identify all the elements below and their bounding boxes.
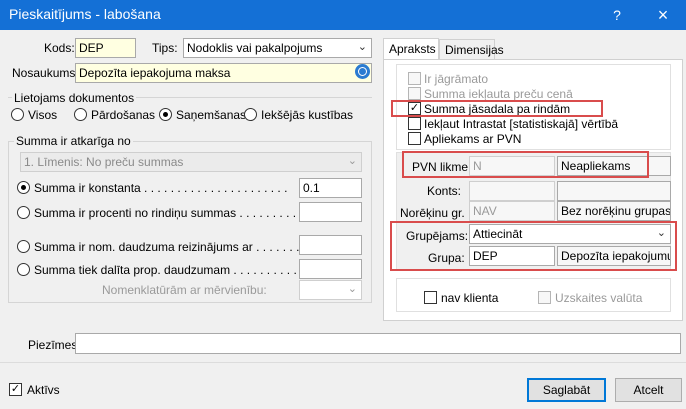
pvn-desc: Neapliekams: [557, 156, 671, 176]
kods-label: Kods:: [44, 41, 75, 55]
konts-input[interactable]: [469, 181, 555, 201]
konstanta-input[interactable]: 0.1: [299, 178, 362, 198]
norek-desc: Bez norēķinu grupas: [557, 201, 671, 221]
procenti-input[interactable]: [299, 202, 362, 222]
checkbox-uzskaites-valuta[interactable]: [538, 291, 551, 304]
grupejams-select[interactable]: Attiecināt ⌄: [469, 224, 671, 244]
checkbox-nav-klienta[interactable]: [424, 291, 437, 304]
nom-daudzums-input[interactable]: [299, 235, 362, 255]
limenis-select[interactable]: 1. Līmenis: No preču summas ⌄: [20, 152, 362, 172]
norek-input[interactable]: NAV: [469, 201, 555, 221]
kods-input[interactable]: DEP: [75, 38, 136, 58]
pvn-label: PVN likme:: [412, 160, 472, 174]
radio-nom-daudzums-label: Summa ir nom. daudzuma reizinājums ar . …: [34, 240, 313, 254]
grupa-input[interactable]: DEP: [469, 246, 555, 266]
radio-pardosanas-label: Pārdošanas: [91, 108, 156, 122]
tips-value: Nodoklis vai pakalpojums: [187, 41, 323, 55]
checkbox-aktivs-label: Aktīvs: [27, 383, 60, 397]
checkbox-aktivs[interactable]: ✓: [9, 383, 22, 396]
grupa-label: Grupa:: [428, 251, 465, 265]
checkbox-ieklauta-label: Summa iekļauta preču cenā: [424, 87, 573, 101]
radio-sanemsanas[interactable]: [159, 108, 172, 121]
globe-icon[interactable]: [355, 64, 370, 79]
radio-dalita-label: Summa tiek dalīta prop. daudzumam . . . …: [34, 263, 304, 277]
konts-label: Konts:: [427, 184, 462, 198]
checkbox-intrastat-label: Iekļaut Intrastat [statistiskajā] vērtīb…: [424, 117, 619, 131]
grupejams-value: Attiecināt: [473, 227, 523, 241]
radio-nom-daudzums[interactable]: [17, 240, 30, 253]
checkbox-sadala[interactable]: ✓: [408, 102, 421, 115]
chevron-down-icon: ⌄: [347, 155, 357, 167]
nomenklaturam-select[interactable]: ⌄: [299, 280, 362, 300]
checkbox-pvn-label: Apliekams ar PVN: [424, 132, 522, 146]
close-button[interactable]: ×: [640, 0, 686, 30]
piezimes-input[interactable]: [75, 333, 681, 354]
chevron-down-icon: ⌄: [357, 41, 367, 53]
grupejams-label: Grupējams:: [406, 229, 469, 243]
radio-iekseja-label: Iekšējās kustības: [261, 108, 354, 122]
nosaukums-input[interactable]: Depozīta iepakojuma maksa: [75, 63, 372, 83]
piezimes-label: Piezīmes:: [28, 338, 81, 352]
radio-visos-label: Visos: [28, 108, 58, 122]
help-button[interactable]: ?: [594, 0, 640, 30]
radio-dalita[interactable]: [17, 263, 30, 276]
checkbox-jagramato-label: Ir jāgrāmato: [424, 72, 489, 86]
chevron-down-icon: ⌄: [347, 283, 357, 295]
footer-divider: [0, 362, 686, 363]
save-button[interactable]: Saglabāt: [527, 378, 606, 402]
checkbox-sadala-label: Summa jāsadala pa rindām: [424, 102, 571, 116]
dalita-input[interactable]: [299, 259, 362, 279]
tips-select[interactable]: Nodoklis vai pakalpojums ⌄: [183, 38, 372, 58]
checkbox-jagramato[interactable]: [408, 72, 421, 85]
radio-procenti-label: Summa ir procenti no rindiņu summas . . …: [34, 206, 303, 220]
grupa-desc: Depozīta iepakojumu u: [557, 246, 671, 266]
checkbox-ieklauta[interactable]: [408, 87, 421, 100]
radio-pardosanas[interactable]: [74, 108, 87, 121]
radio-visos[interactable]: [11, 108, 24, 121]
cancel-button[interactable]: Atcelt: [615, 378, 682, 402]
nosaukums-value: Depozīta iepakojuma maksa: [79, 66, 231, 80]
nomenklaturam-label: Nomenklatūrām ar mērvienību:: [102, 283, 267, 297]
radio-procenti[interactable]: [17, 206, 30, 219]
radio-konstanta-label: Summa ir konstanta . . . . . . . . . . .…: [34, 181, 288, 195]
pvn-input[interactable]: N: [469, 156, 555, 176]
tab-dimensijas[interactable]: Dimensijas: [439, 39, 504, 60]
chevron-down-icon: ⌄: [656, 227, 666, 239]
radio-konstanta[interactable]: [17, 181, 30, 194]
norek-label: Norēķinu gr.: [400, 206, 465, 220]
checkbox-nav-klienta-label: nav klienta: [441, 291, 499, 305]
konts-desc: [557, 181, 671, 201]
window-title: Pieskaitījums - labošana: [9, 6, 161, 22]
radio-sanemsanas-label: Saņemšanas: [176, 108, 247, 122]
title-bar: Pieskaitījums - labošana ? ×: [0, 0, 686, 30]
checkbox-pvn[interactable]: [408, 132, 421, 145]
checkbox-uzskaites-valuta-label: Uzskaites valūta: [555, 291, 643, 305]
radio-iekseja[interactable]: [244, 108, 257, 121]
limenis-value: 1. Līmenis: No preču summas: [24, 155, 184, 169]
lietojams-title: Lietojams dokumentos: [12, 91, 137, 105]
summa-title: Summa ir atkarīga no: [14, 134, 133, 148]
nosaukums-label: Nosaukums:: [12, 66, 79, 80]
tab-apraksts[interactable]: Apraksts: [383, 38, 439, 60]
tips-label: Tips:: [152, 41, 178, 55]
checkbox-intrastat[interactable]: [408, 117, 421, 130]
